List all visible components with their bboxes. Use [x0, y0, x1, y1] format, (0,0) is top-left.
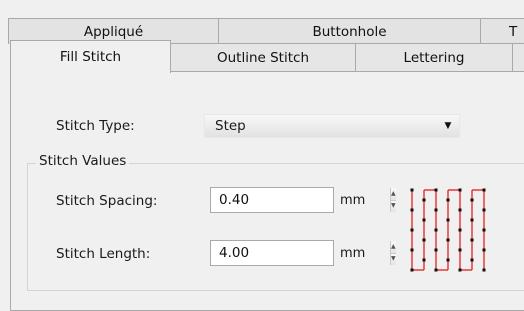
tab-buttonhole[interactable]: Buttonhole [218, 18, 481, 44]
stitch-point [422, 238, 426, 242]
stitch-point [422, 258, 426, 262]
stitch-point [410, 228, 414, 232]
stitch-point [446, 238, 450, 242]
stitch-point [458, 188, 462, 192]
stitch-point [470, 198, 474, 202]
stitch-spacing-spinbox[interactable]: ▲ ▼ [210, 187, 396, 213]
stitch-point [482, 208, 486, 212]
stitch-point [434, 248, 438, 252]
spin-up-arrow-icon[interactable]: ▲ [391, 241, 396, 254]
stitch-point [446, 198, 450, 202]
tab-lettering[interactable]: Lettering [355, 43, 513, 71]
tab-next-edge[interactable] [512, 43, 524, 71]
stitch-type-label: Stitch Type: [56, 118, 135, 134]
stitch-point [482, 248, 486, 252]
stitch-length-label: Stitch Length: [56, 246, 151, 262]
step-fill-preview-icon [410, 188, 486, 272]
stitch-point [446, 258, 450, 262]
stitch-point [482, 188, 486, 192]
stitch-length-spinbox[interactable]: ▲ ▼ [210, 240, 396, 266]
dropdown-arrow-icon: ▼ [444, 121, 452, 131]
stitch-point [470, 258, 474, 262]
spin-down-arrow-icon[interactable]: ▼ [391, 200, 396, 212]
stitch-point [458, 248, 462, 252]
spin-up-arrow-icon[interactable]: ▲ [391, 188, 396, 201]
stitch-point [434, 268, 438, 272]
stitch-point [410, 208, 414, 212]
spin-down-arrow-icon[interactable]: ▼ [391, 253, 396, 265]
stitch-point [458, 228, 462, 232]
stitch-values-title: Stitch Values [36, 153, 130, 169]
stitch-spacing-label: Stitch Spacing: [56, 193, 158, 209]
stitch-type-value: Step [215, 118, 246, 134]
stitch-point [434, 208, 438, 212]
stitch-point [410, 268, 414, 272]
stitch-point [458, 208, 462, 212]
stitch-point [482, 268, 486, 272]
stitch-point [422, 198, 426, 202]
stitch-point [446, 218, 450, 222]
stitch-point [470, 218, 474, 222]
stitch-point [434, 188, 438, 192]
stitch-type-dropdown[interactable]: Step ▼ [204, 114, 460, 138]
stitch-point [470, 238, 474, 242]
stitch-spacing-unit: mm [340, 193, 366, 208]
tab-truncated[interactable]: T [480, 18, 524, 44]
stitch-point [422, 218, 426, 222]
stitch-point [482, 228, 486, 232]
tab-fill-stitch[interactable]: Fill Stitch [10, 40, 171, 73]
stitch-point [434, 228, 438, 232]
tab-outline-stitch[interactable]: Outline Stitch [170, 43, 356, 71]
stitch-point [410, 188, 414, 192]
stitch-point [458, 268, 462, 272]
stitch-point [410, 248, 414, 252]
stitch-length-unit: mm [340, 246, 366, 261]
